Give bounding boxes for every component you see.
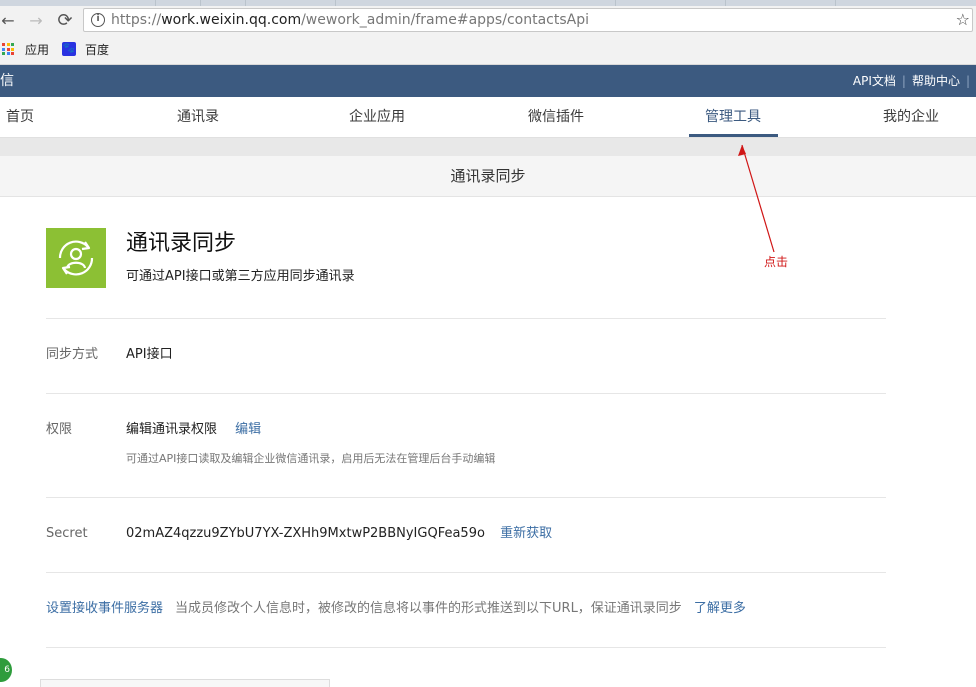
annotation-text: 点击 — [764, 255, 789, 269]
annotation-arrow — [738, 144, 775, 253]
bottom-panel-tab[interactable] — [40, 679, 330, 687]
